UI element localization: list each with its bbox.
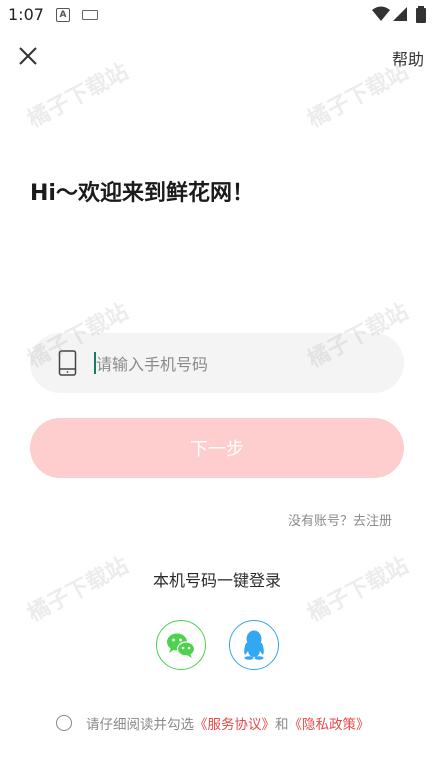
agreement-checkbox[interactable]: [56, 715, 72, 731]
register-link[interactable]: 没有账号？去注册: [288, 510, 392, 529]
wechat-login-button[interactable]: [156, 620, 206, 670]
close-icon[interactable]: [14, 42, 42, 70]
qq-icon: [244, 630, 264, 660]
agreement-prefix: 请仔细阅读并勾选: [86, 717, 194, 733]
welcome-title: Hi～欢迎来到鲜花网！: [30, 181, 254, 206]
status-time: 1:07: [8, 5, 44, 24]
service-agreement-link[interactable]: 《服务协议》: [194, 713, 275, 733]
next-button[interactable]: 下一步: [30, 418, 404, 478]
status-bar: 1:07 A: [0, 0, 434, 30]
phone-input[interactable]: [94, 347, 388, 381]
privacy-policy-link[interactable]: 《隐私政策》: [289, 713, 370, 733]
notification-a-icon: A: [56, 8, 70, 22]
phone-input-box[interactable]: [30, 333, 404, 393]
one-click-login-link[interactable]: 本机号码一键登录: [0, 567, 434, 591]
agreement-row: 请仔细阅读并勾选 《服务协议》 和 《隐私政策》: [56, 712, 370, 734]
help-link[interactable]: 帮助: [392, 46, 424, 70]
keyboard-icon: [82, 10, 98, 20]
battery-icon: [416, 6, 426, 23]
signal-icon: [393, 7, 407, 21]
wechat-icon: [167, 633, 196, 658]
agreement-and: 和: [275, 717, 289, 733]
qq-login-button[interactable]: [229, 620, 279, 670]
mobile-phone-icon: [58, 350, 77, 376]
wifi-icon: [372, 6, 390, 21]
